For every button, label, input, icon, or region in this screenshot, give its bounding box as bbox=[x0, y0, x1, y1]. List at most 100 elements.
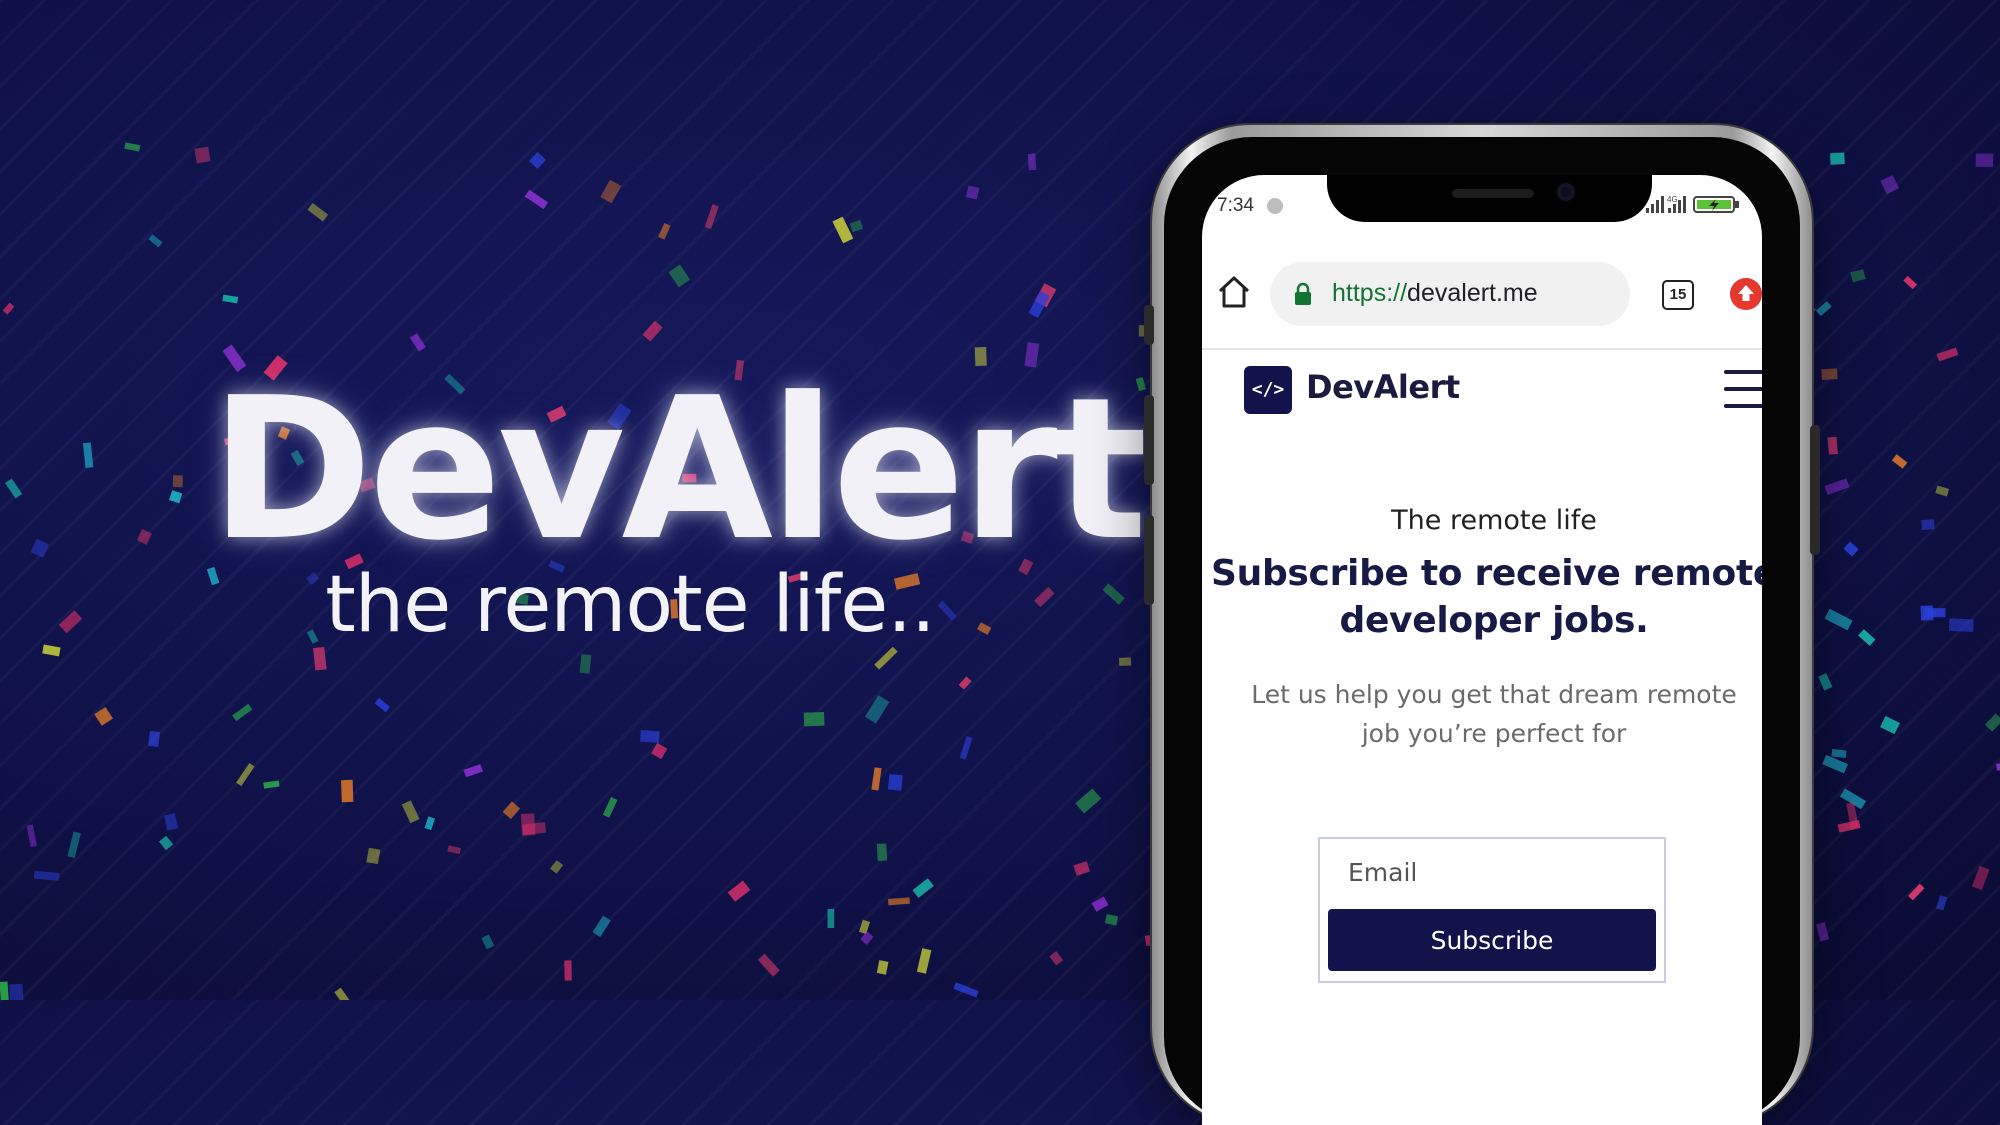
confetti-piece bbox=[124, 142, 141, 152]
confetti-piece bbox=[1815, 922, 1830, 942]
confetti-piece bbox=[592, 915, 611, 938]
confetti-piece bbox=[2, 302, 15, 315]
status-time: 7:34 bbox=[1217, 195, 1254, 216]
confetti-piece bbox=[1027, 153, 1037, 171]
confetti-piece bbox=[1049, 951, 1064, 966]
confetti-piece bbox=[579, 654, 592, 674]
confetti-piece bbox=[640, 730, 660, 743]
hero-lead-text: Let us help you get that dream remote jo… bbox=[1251, 680, 1737, 748]
confetti-piece bbox=[524, 189, 549, 210]
confetti-piece bbox=[5, 478, 23, 499]
confetti-piece bbox=[528, 151, 546, 169]
confetti-piece bbox=[263, 780, 280, 789]
confetti-piece bbox=[1880, 715, 1900, 735]
confetti-piece bbox=[341, 779, 354, 803]
confetti-piece bbox=[888, 897, 910, 906]
url-host: devalert.me bbox=[1407, 279, 1538, 307]
confetti-piece bbox=[600, 179, 622, 204]
confetti-piece bbox=[727, 880, 751, 902]
confetti-piece bbox=[58, 610, 83, 634]
phone-mockup: 7:34 4G https://devalert.me 15 </> DevAl… bbox=[1144, 125, 1820, 1125]
home-icon[interactable] bbox=[1216, 274, 1252, 310]
confetti-piece bbox=[481, 934, 495, 950]
confetti-piece bbox=[1830, 152, 1845, 165]
address-bar[interactable]: https://devalert.me bbox=[1270, 262, 1630, 326]
subscribe-form: Subscribe bbox=[1318, 837, 1666, 983]
confetti-piece bbox=[1984, 713, 2000, 732]
confetti-piece bbox=[1880, 174, 1900, 195]
confetti-piece bbox=[334, 987, 351, 1000]
hero-subtitle: the remote life.. bbox=[325, 560, 936, 650]
phone-volume-down bbox=[1144, 515, 1154, 605]
confetti-piece bbox=[172, 475, 183, 488]
confetti-piece bbox=[1824, 608, 1853, 631]
lock-icon bbox=[1295, 282, 1311, 305]
confetti-piece bbox=[366, 847, 381, 865]
confetti-piece bbox=[136, 528, 152, 545]
confetti-piece bbox=[858, 919, 871, 935]
hero-headline: Subscribe to receive remote developer jo… bbox=[1210, 553, 1762, 641]
confetti-piece bbox=[33, 870, 60, 881]
logo-icon[interactable]: </> bbox=[1244, 366, 1292, 414]
confetti-piece bbox=[1073, 861, 1091, 876]
confetti-piece bbox=[803, 711, 825, 727]
confetti-piece bbox=[1921, 519, 1935, 531]
confetti-piece bbox=[965, 185, 980, 200]
confetti-piece bbox=[158, 835, 174, 851]
confetti-piece bbox=[959, 736, 973, 760]
confetti-piece bbox=[704, 204, 719, 230]
confetti-piece bbox=[1996, 762, 2000, 771]
phone-mute-switch bbox=[1144, 305, 1154, 345]
confetti-piece bbox=[9, 983, 24, 1000]
confetti-piece bbox=[94, 706, 113, 726]
confetti-piece bbox=[1975, 153, 1994, 168]
confetti-piece bbox=[1936, 347, 1959, 362]
confetti-piece bbox=[651, 742, 668, 760]
confetti-piece bbox=[757, 953, 780, 977]
confetti-piece bbox=[42, 644, 61, 657]
tab-switcher-button[interactable]: 15 bbox=[1662, 280, 1694, 310]
confetti-piece bbox=[1908, 883, 1925, 901]
confetti-piece bbox=[564, 960, 572, 981]
subscribe-button[interactable]: Subscribe bbox=[1328, 909, 1656, 971]
phone-volume-up bbox=[1144, 395, 1154, 485]
confetti-piece bbox=[916, 948, 932, 974]
confetti-piece bbox=[307, 202, 329, 222]
confetti-piece bbox=[832, 216, 854, 244]
confetti-piece bbox=[424, 816, 435, 831]
confetti-piece bbox=[602, 797, 618, 818]
confetti-piece bbox=[1818, 673, 1833, 691]
hamburger-menu-icon[interactable] bbox=[1724, 370, 1762, 410]
confetti-piece bbox=[658, 222, 671, 240]
confetti-piece bbox=[827, 908, 835, 929]
confetti-piece bbox=[550, 860, 564, 874]
confetti-piece bbox=[642, 320, 663, 342]
status-icons: 4G bbox=[1646, 195, 1739, 213]
url-scheme: https:// bbox=[1332, 279, 1408, 307]
confetti-piece bbox=[236, 763, 255, 787]
phone-bezel: 7:34 4G https://devalert.me 15 </> DevAl… bbox=[1164, 137, 1800, 1125]
confetti-piece bbox=[953, 982, 979, 998]
confetti-piece bbox=[169, 490, 183, 504]
confetti-piece bbox=[1850, 269, 1866, 283]
confetti-piece bbox=[1075, 788, 1102, 814]
phone-power-button bbox=[1810, 425, 1820, 555]
brand-name[interactable]: DevAlert bbox=[1306, 368, 1460, 406]
confetti-piece bbox=[876, 843, 888, 862]
address-text: https://devalert.me bbox=[1332, 279, 1538, 308]
confetti-piece bbox=[1843, 541, 1859, 557]
site-header: </> DevAlert bbox=[1202, 350, 1762, 440]
email-field[interactable] bbox=[1320, 839, 1664, 905]
confetti-piece bbox=[874, 646, 898, 670]
confetti-piece bbox=[864, 695, 890, 724]
confetti-piece bbox=[463, 764, 483, 778]
confetti-piece bbox=[26, 824, 37, 848]
confetti-piece bbox=[668, 264, 691, 288]
confetti-piece bbox=[148, 234, 163, 248]
confetti-piece bbox=[313, 646, 327, 671]
confetti-piece bbox=[1948, 618, 1974, 632]
update-icon[interactable] bbox=[1730, 278, 1762, 310]
status-notification-dot bbox=[1267, 198, 1283, 214]
confetti-piece bbox=[447, 845, 462, 855]
browser-toolbar: https://devalert.me 15 bbox=[1202, 250, 1762, 350]
